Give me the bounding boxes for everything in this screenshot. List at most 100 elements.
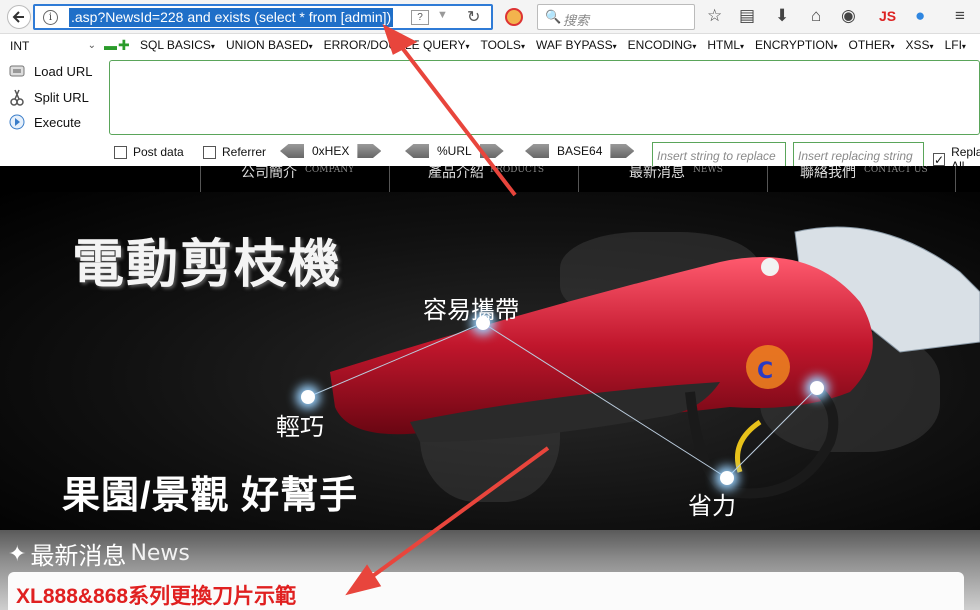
- search-placeholder: 搜索: [563, 13, 590, 28]
- feature-dot: [720, 471, 734, 485]
- feature-carry-label: 容易攜帶: [423, 297, 519, 324]
- hex-decode-arrow-icon[interactable]: [280, 144, 304, 158]
- plus-icon[interactable]: ✚: [118, 37, 130, 54]
- hackbar-panel: INT ⌄ ▬ ✚ SQL BASICS UNION BASED ERROR/D…: [0, 34, 980, 173]
- post-data-box[interactable]: [114, 145, 127, 159]
- hackbar-url-textarea[interactable]: [109, 60, 980, 135]
- int-select[interactable]: INT ⌄: [10, 36, 96, 56]
- back-button[interactable]: [7, 5, 31, 29]
- nav-news[interactable]: 最新消息 NEWS: [578, 166, 767, 192]
- referrer-box[interactable]: [203, 145, 216, 159]
- news-heading-zh: 最新消息: [30, 543, 127, 570]
- menu-icon[interactable]: ≡: [955, 7, 965, 25]
- load-url-button[interactable]: Load URL: [8, 62, 93, 80]
- addon-globe-icon[interactable]: ◉: [841, 7, 856, 25]
- menu-html[interactable]: HTML: [707, 38, 744, 52]
- split-url-label: Split URL: [34, 89, 89, 105]
- base64-encoder: BASE64: [525, 144, 635, 158]
- execute-button[interactable]: Execute: [8, 113, 81, 131]
- feature-effort-label: 省力: [688, 493, 736, 520]
- banner-tagline: 果園/景觀 好幫手: [62, 475, 359, 517]
- home-icon[interactable]: ⌂: [811, 7, 821, 25]
- translate-icon[interactable]: ●: [915, 7, 925, 25]
- minus-icon[interactable]: ▬: [104, 38, 117, 53]
- menu-other[interactable]: OTHER: [849, 38, 895, 52]
- news-heading-en: News: [130, 541, 190, 566]
- noscript-icon[interactable]: [505, 8, 523, 26]
- hex-encoder: 0xHEX: [280, 144, 382, 158]
- hackbar-menu: SQL BASICS UNION BASED ERROR/DOUBLE QUER…: [140, 38, 966, 52]
- menu-union-based[interactable]: UNION BASED: [226, 38, 313, 52]
- menu-lfi[interactable]: LFI: [945, 38, 966, 52]
- bookmark-star-icon[interactable]: ☆: [707, 7, 722, 25]
- menu-encoding[interactable]: ENCODING: [628, 38, 697, 52]
- menu-tools[interactable]: TOOLS: [480, 38, 524, 52]
- site-nav: 公司簡介 COMPANY 產品介紹 PRODUCTS 最新消息 NEWS 聯絡我…: [0, 166, 980, 192]
- nav-products[interactable]: 產品介紹 PRODUCTS: [389, 166, 578, 192]
- base64-decode-arrow-icon[interactable]: [525, 144, 549, 158]
- hex-encode-arrow-icon[interactable]: [357, 144, 382, 158]
- menu-sql-basics[interactable]: SQL BASICS: [140, 38, 215, 52]
- download-icon[interactable]: ⬇: [775, 7, 789, 25]
- news-section: ✦ 最新消息 News XL888&868系列更換刀片示範: [0, 530, 980, 610]
- news-item-card: XL888&868系列更換刀片示範: [8, 572, 964, 610]
- menu-xss[interactable]: XSS: [906, 38, 934, 52]
- nav-news-en: NEWS: [693, 166, 723, 175]
- load-url-label: Load URL: [34, 63, 93, 79]
- url-input[interactable]: i .asp?NewsId=228 and exists (select * f…: [33, 4, 493, 30]
- svg-text:C: C: [757, 359, 773, 384]
- nav-news-zh: 最新消息: [629, 166, 685, 180]
- int-select-value: INT: [10, 39, 30, 53]
- query-icon[interactable]: ?: [411, 10, 429, 25]
- split-url-button[interactable]: Split URL: [8, 88, 89, 106]
- base64-encode-arrow-icon[interactable]: [610, 144, 635, 158]
- menu-encryption[interactable]: ENCRYPTION: [755, 38, 837, 52]
- execute-label: Execute: [34, 114, 81, 130]
- replace-all-box[interactable]: [933, 152, 946, 166]
- scissors-icon: [10, 89, 24, 106]
- nav-contact[interactable]: 聯絡我們 CONTACT US: [767, 166, 956, 192]
- url-enc-label: %URL: [437, 144, 472, 158]
- replace-string-input[interactable]: Insert replacing string: [793, 142, 924, 169]
- nav-company[interactable]: 公司簡介 COMPANY: [200, 166, 389, 192]
- post-data-label: Post data: [133, 145, 184, 159]
- news-item-link[interactable]: XL888&868系列更換刀片示範: [16, 580, 296, 610]
- find-string-input[interactable]: Insert string to replace: [652, 142, 786, 169]
- load-url-icon: [9, 65, 25, 77]
- nav-company-en: COMPANY: [305, 166, 355, 175]
- news-heading: ✦ 最新消息 News: [8, 536, 190, 571]
- chevron-down-icon: ⌄: [87, 40, 96, 51]
- feature-dot: [810, 381, 824, 395]
- feature-light-label: 輕巧: [276, 414, 324, 441]
- info-icon[interactable]: i: [43, 10, 58, 25]
- website-viewport: 公司簡介 COMPANY 產品介紹 PRODUCTS 最新消息 NEWS 聯絡我…: [0, 166, 980, 610]
- back-arrow-icon: [12, 11, 24, 23]
- url-text: .asp?NewsId=228 and exists (select * fro…: [69, 8, 394, 27]
- referrer-label: Referrer: [222, 145, 267, 159]
- hero-banner: C 電動剪枝機 容易攜帶 輕巧 省力 果園/景觀 好幫手: [0, 192, 980, 530]
- nav-contact-zh: 聯絡我們: [800, 166, 856, 180]
- hex-label: 0xHEX: [312, 144, 350, 158]
- nav-contact-en: CONTACT US: [864, 166, 928, 175]
- search-icon: 🔍: [545, 9, 562, 24]
- dropdown-icon[interactable]: ▼: [437, 9, 448, 21]
- reload-icon[interactable]: ↻: [467, 7, 480, 27]
- base64-label: BASE64: [557, 144, 603, 158]
- url-decode-arrow-icon[interactable]: [405, 144, 429, 158]
- url-encode-arrow-icon[interactable]: [479, 144, 504, 158]
- search-input[interactable]: 🔍 搜索: [537, 4, 695, 30]
- menu-error-double-query[interactable]: ERROR/DOUBLE QUERY: [324, 38, 470, 52]
- reading-list-icon[interactable]: ▤: [739, 7, 755, 25]
- feature-dot: [301, 390, 315, 404]
- hackbar-options: Post data Referrer 0xHEX %URL BASE64 Ins…: [0, 142, 980, 173]
- banner-title: 電動剪枝機: [72, 236, 343, 294]
- post-data-checkbox[interactable]: Post data: [114, 145, 184, 159]
- nav-products-zh: 產品介紹: [428, 166, 484, 180]
- menu-waf-bypass[interactable]: WAF BYPASS: [536, 38, 617, 52]
- sparkle-icon: ✦: [8, 540, 27, 566]
- nav-company-zh: 公司簡介: [241, 166, 297, 180]
- js-toggle-icon[interactable]: JS: [879, 8, 896, 24]
- nav-products-en: PRODUCTS: [490, 166, 545, 175]
- url-encoder: %URL: [405, 144, 504, 158]
- referrer-checkbox[interactable]: Referrer: [203, 145, 266, 159]
